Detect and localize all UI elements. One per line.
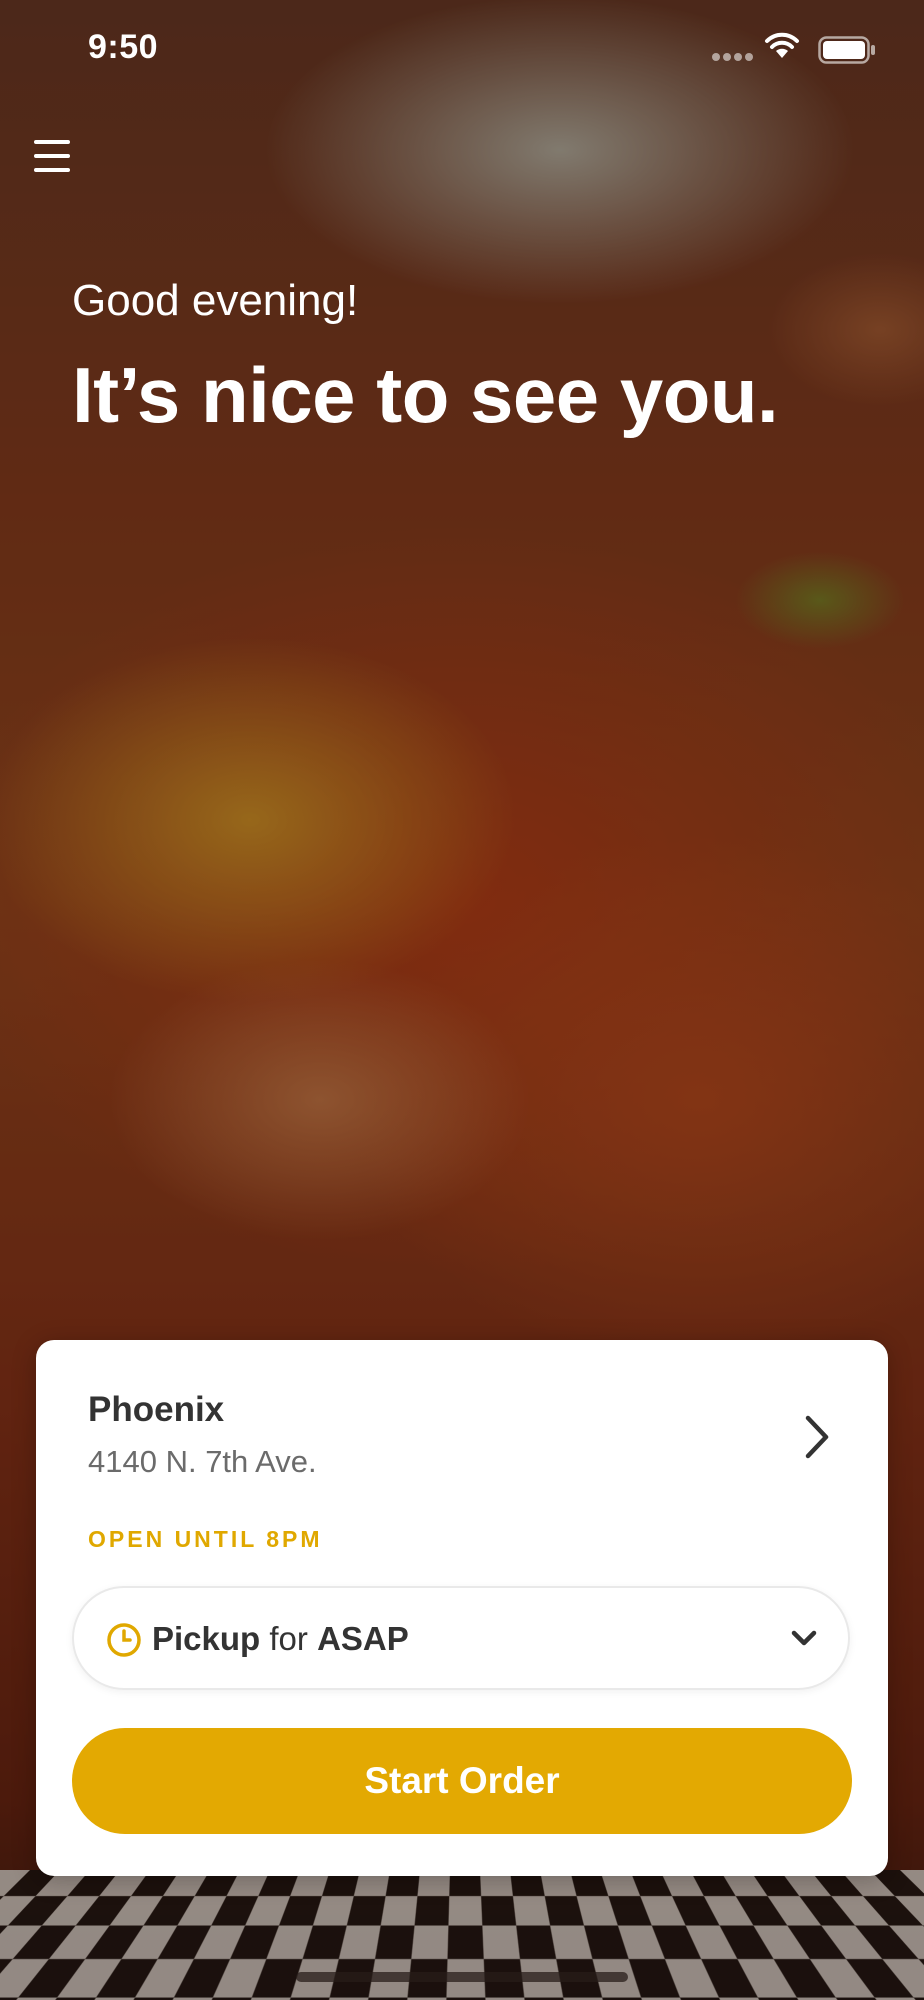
pickup-time: ASAP (317, 1620, 409, 1657)
pickup-connector: for (269, 1620, 308, 1657)
headline-text: It’s nice to see you. (72, 350, 778, 441)
wifi-icon (764, 32, 800, 60)
status-time: 9:50 (88, 28, 158, 67)
location-card: Phoenix 4140 N. 7th Ave. OPEN UNTIL 8PM … (36, 1340, 888, 1876)
status-bar: 9:50 (0, 0, 924, 100)
location-selector[interactable]: Phoenix 4140 N. 7th Ave. (88, 1390, 836, 1500)
pickup-summary: Pickup for ASAP (152, 1620, 409, 1658)
chevron-right-icon (796, 1412, 836, 1462)
location-city: Phoenix (88, 1390, 224, 1430)
open-status-label: OPEN UNTIL 8PM (88, 1526, 323, 1553)
battery-icon (818, 36, 876, 64)
location-address: 4140 N. 7th Ave. (88, 1444, 317, 1480)
start-order-button[interactable]: Start Order (72, 1728, 852, 1834)
home-indicator[interactable] (296, 1972, 628, 1982)
clock-icon (106, 1622, 142, 1658)
cellular-signal-icon (712, 48, 756, 66)
chevron-down-icon (790, 1626, 818, 1650)
greeting-text: Good evening! (72, 276, 358, 326)
hamburger-menu-icon[interactable] (34, 140, 74, 176)
pickup-mode: Pickup (152, 1620, 260, 1657)
pickup-time-selector[interactable]: Pickup for ASAP (72, 1586, 850, 1690)
